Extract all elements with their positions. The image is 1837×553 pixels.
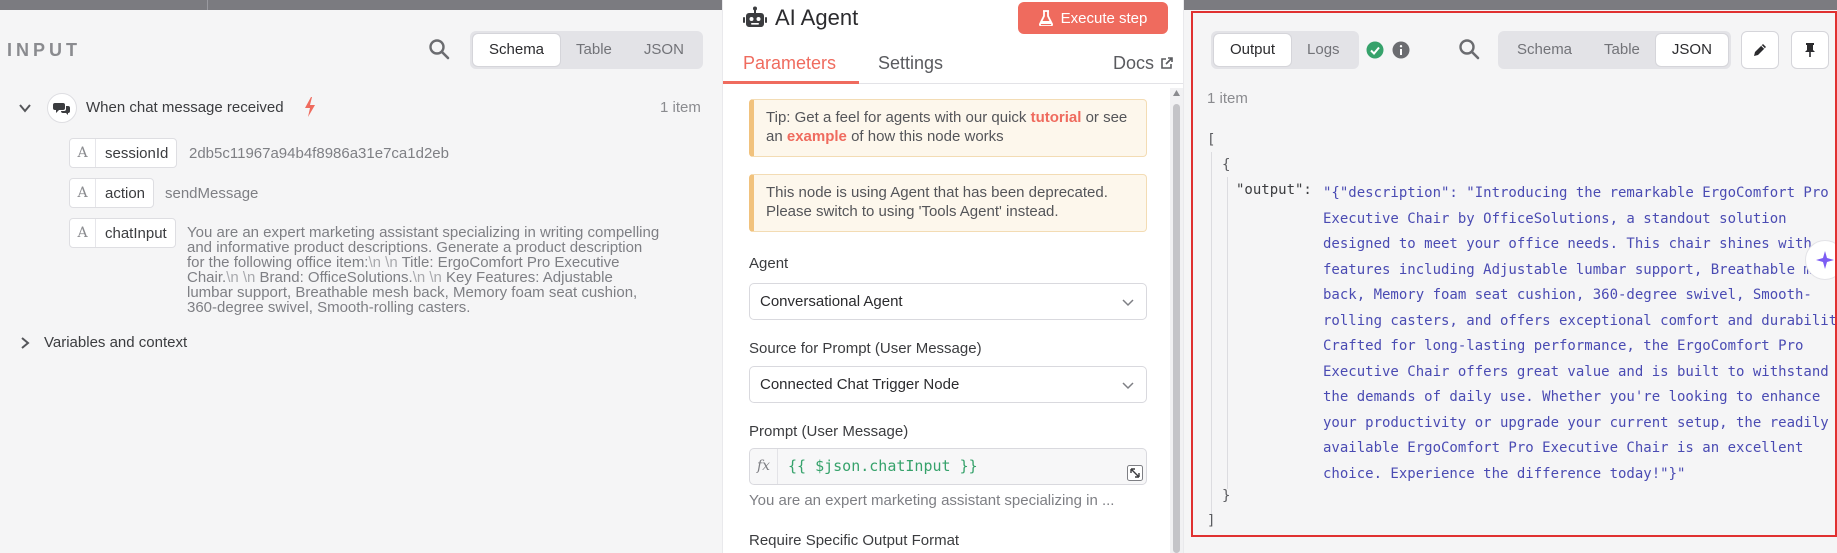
output-view-switcher: Schema Table JSON <box>1498 31 1731 69</box>
field-name: action <box>105 184 146 202</box>
success-check-icon <box>1366 41 1384 59</box>
prompt-source-label: Source for Prompt (User Message) <box>749 340 982 357</box>
tutorial-link[interactable]: tutorial <box>1031 109 1082 126</box>
field-value: sendMessage <box>165 185 259 202</box>
node-tabs: Parameters Settings Docs <box>723 44 1183 84</box>
prompt-source-select[interactable]: Connected Chat Trigger Node <box>749 366 1147 403</box>
chevron-down-icon <box>1122 382 1134 390</box>
chatinput-line: 360-degree swivel, Smooth-rolling caster… <box>187 299 471 316</box>
external-link-icon <box>1161 57 1173 69</box>
canvas-strip <box>1184 0 1837 10</box>
agent-select[interactable]: Conversational Agent <box>749 283 1147 320</box>
input-view-switcher: Schema Table JSON <box>470 31 703 69</box>
json-key-output: "output": <box>1236 182 1312 198</box>
sparkle-icon <box>1816 251 1834 269</box>
tip-notice: Tip: Get a feel for agents with our quic… <box>749 99 1147 157</box>
scrollbar-thumb[interactable] <box>1173 104 1180 553</box>
ai-assistant-button[interactable] <box>1805 240 1837 280</box>
field-name: sessionId <box>105 144 169 162</box>
robot-icon <box>743 6 767 27</box>
output-panel: Output Logs Schema Table JSON 1 item [ { <box>1184 0 1837 553</box>
view-json-tab[interactable]: JSON <box>1655 34 1728 66</box>
node-parameters-panel: AI Agent Execute step Parameters Setting… <box>723 0 1183 553</box>
view-table-tab[interactable]: Table <box>1588 34 1656 66</box>
output-item-count: 1 item <box>1207 90 1248 107</box>
field-chip-chatinput[interactable]: A chatInput <box>69 218 176 248</box>
agent-label: Agent <box>749 255 789 272</box>
field-chip-action[interactable]: A action <box>69 178 155 208</box>
expand-icon[interactable] <box>1127 465 1143 481</box>
json-open-array: [ <box>1207 132 1216 148</box>
field-chip-sessionid[interactable]: A sessionId <box>69 138 178 168</box>
output-format-label: Require Specific Output Format <box>749 532 960 549</box>
string-type-icon: A <box>70 139 96 167</box>
chatinput-line: and informative product descriptions. Ge… <box>187 239 643 256</box>
chevron-down-icon[interactable] <box>18 101 32 115</box>
json-close-array: ] <box>1207 513 1216 529</box>
json-indent-guide <box>1211 152 1212 517</box>
chevron-right-icon[interactable] <box>18 336 32 350</box>
chevron-down-icon <box>1122 299 1134 307</box>
output-tab-switcher: Output Logs <box>1211 31 1359 69</box>
json-open-object: { <box>1222 157 1231 173</box>
canvas-strip <box>0 0 722 10</box>
view-table-tab[interactable]: Table <box>560 34 628 66</box>
fx-icon: fx <box>750 449 778 484</box>
view-schema-tab[interactable]: Schema <box>473 34 561 66</box>
json-close-object: } <box>1222 488 1231 504</box>
input-panel: INPUT Schema Table JSON When chat messag… <box>0 0 722 553</box>
prompt-label: Prompt (User Message) <box>749 423 909 440</box>
example-link[interactable]: example <box>787 128 847 145</box>
field-name: chatInput <box>105 224 167 242</box>
tab-parameters[interactable]: Parameters <box>743 53 836 74</box>
view-schema-tab[interactable]: Schema <box>1501 34 1588 66</box>
flask-icon <box>1038 10 1053 26</box>
chatinput-line: You are an expert marketing assistant sp… <box>187 224 660 241</box>
string-type-icon: A <box>70 219 96 247</box>
prompt-preview: You are an expert marketing assistant sp… <box>749 492 1115 509</box>
pin-data-button[interactable] <box>1791 31 1829 69</box>
chatinput-line: Chair.\n \n Brand: OfficeSolutions.\n \n… <box>187 269 613 286</box>
edit-output-button[interactable] <box>1741 31 1779 69</box>
execute-step-button[interactable]: Execute step <box>1018 2 1168 34</box>
scroll-up-icon[interactable] <box>1172 89 1181 98</box>
docs-link[interactable]: Docs <box>1113 53 1173 74</box>
chatinput-value: You are an expert marketing assistant sp… <box>187 225 702 315</box>
tab-output[interactable]: Output <box>1214 34 1292 66</box>
pencil-icon <box>1754 44 1766 56</box>
tab-settings[interactable]: Settings <box>878 53 943 74</box>
field-value: 2db5c11967a94b4f8986a31e7ca1d2eb <box>189 145 449 162</box>
search-icon[interactable] <box>1458 38 1480 60</box>
docs-label: Docs <box>1112 53 1154 73</box>
json-indent-guide <box>1227 177 1228 489</box>
node-title: AI Agent <box>775 5 859 30</box>
prompt-expression-input[interactable]: fx {{ $json.chatInput }} <box>749 448 1147 485</box>
agent-select-value: Conversational Agent <box>760 293 903 310</box>
json-value-output: "{"description": "Introducing the remark… <box>1323 185 1837 482</box>
chatinput-line: for the following office item:\n \n Titl… <box>187 254 620 271</box>
input-panel-title: INPUT <box>7 40 81 60</box>
string-type-icon: A <box>70 179 96 207</box>
chatinput-line: lumbar support, Breathable mesh back, Me… <box>187 284 638 301</box>
deprecation-notice: This node is using Agent that has been d… <box>749 174 1147 232</box>
prompt-source-value: Connected Chat Trigger Node <box>760 376 960 393</box>
execute-step-label: Execute step <box>1060 9 1148 27</box>
chat-trigger-icon <box>47 93 77 123</box>
active-tab-indicator <box>723 81 859 84</box>
view-json-tab[interactable]: JSON <box>628 34 700 66</box>
search-icon[interactable] <box>428 38 450 60</box>
pin-icon <box>1805 43 1815 57</box>
trigger-node-label[interactable]: When chat message received <box>86 99 284 116</box>
bolt-icon <box>305 97 315 117</box>
prompt-expression: {{ $json.chatInput }} <box>788 457 978 475</box>
tab-logs[interactable]: Logs <box>1291 34 1356 66</box>
variables-context-toggle[interactable]: Variables and context <box>44 334 187 351</box>
info-icon[interactable] <box>1392 41 1410 59</box>
input-item-count: 1 item <box>660 99 701 116</box>
